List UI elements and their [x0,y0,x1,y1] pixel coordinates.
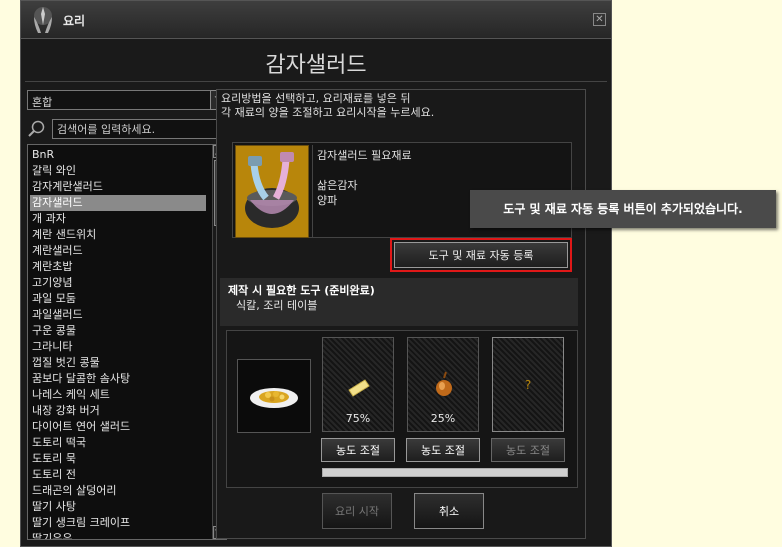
tools-title: 제작 시 필요한 도구 (준비완료) [228,284,375,297]
recipe-list-item[interactable]: 계란초밥 [30,259,206,275]
search-input[interactable] [52,119,227,139]
recipe-list-item[interactable]: 구운 콩물 [30,323,206,339]
cooking-progress-bar [322,468,568,477]
recipe-list-item[interactable]: 도토리 떡국 [30,435,206,451]
slot-percent: 25% [430,412,456,425]
recipe-list-item[interactable]: 계란 샌드위치 [30,227,206,243]
progress-fill [323,469,567,476]
ingredient-item: 양파 [317,194,338,207]
recipe-list: ≡ BnR갈릭 와인감자계란샐러드감자샐러드개 과자계란 샌드위치계란샐러드계란… [27,144,227,540]
recipe-list-item[interactable]: 껍질 벗긴 콩물 [30,355,206,371]
cancel-button[interactable]: 취소 [414,493,484,529]
recipe-list-item[interactable]: 감자샐러드 [30,195,206,211]
auto-register-button[interactable]: 도구 및 재료 자동 등록 [394,242,568,268]
instruction-line: 각 재료의 양을 조절하고 요리시작을 누르세요. [221,106,435,119]
tools-list: 식칼, 조리 테이블 [236,299,318,312]
recipe-list-item[interactable]: 나레스 케익 세트 [30,387,206,403]
category-dropdown-value: 혼합 [32,96,53,109]
adjust-button-3[interactable]: 농도 조절 [491,438,565,462]
result-dish-slot [237,359,311,433]
recipe-list-item[interactable]: 다이어트 연어 샐러드 [30,419,206,435]
tooltip: 도구 및 재료 자동 등록 버튼이 추가되었습니다. [470,190,776,228]
auto-register-highlight: 도구 및 재료 자동 등록 [390,238,572,272]
instructions: 요리방법을 선택하고, 요리재료를 넣은 뒤 각 재료의 양을 조절하고 요리시… [221,92,434,120]
dish-image [235,145,309,238]
potato-salad-icon [245,152,299,228]
category-dropdown[interactable]: 혼합 [27,90,234,110]
instruction-line: 요리방법을 선택하고, 요리재료를 넣은 뒤 [221,92,411,105]
recipe-list-item[interactable]: 과일 모둠 [30,291,206,307]
cooking-app-icon [34,7,52,33]
recipe-list-item[interactable]: 꿈보다 달콤한 솜사탕 [30,371,206,387]
recipe-list-item[interactable]: 도토리 묵 [30,451,206,467]
recipe-list-item[interactable]: 딸기 사탕 [30,499,206,515]
recipe-list-item[interactable]: 고기양념 [30,275,206,291]
title-bar[interactable]: 요리 ✕ [21,1,611,39]
divider [25,81,607,82]
recipe-list-item[interactable]: 개 과자 [30,211,206,227]
dish-title: 감자샐러드 [265,53,367,78]
recipe-list-item[interactable]: 계란샐러드 [30,243,206,259]
recipe-list-item[interactable]: 드래곤의 살덩어리 [30,483,206,499]
plated-salad-icon [250,388,298,408]
ingredient-title: 감자샐러드 필요재료 [317,149,412,162]
recipe-list-item[interactable]: 감자계란샐러드 [30,179,206,195]
slot-percent: 75% [345,412,371,425]
recipe-list-item[interactable]: 갈릭 와인 [30,163,206,179]
ingredient-item: 삶은감자 [317,179,358,192]
recipe-list-item[interactable]: 딸기우유 [30,531,206,539]
question-mark-icon: ? [524,378,532,392]
window-title: 요리 [63,14,86,28]
recipe-list-item[interactable]: 과일샐러드 [30,307,206,323]
recipe-list-item[interactable]: 딸기 생크림 크레이프 [30,515,206,531]
onion-icon [436,371,452,396]
adjust-button-2[interactable]: 농도 조절 [406,438,480,462]
recipe-list-item[interactable]: 그라니타 [30,339,206,355]
recipe-list-item[interactable]: 도토리 전 [30,467,206,483]
recipe-list-item[interactable]: BnR [30,147,206,163]
recipe-list-item[interactable]: 내장 강화 버거 [30,403,206,419]
start-cooking-button[interactable]: 요리 시작 [322,493,392,529]
close-button[interactable]: ✕ [593,13,606,26]
potato-icon [348,379,370,397]
search-icon[interactable] [27,119,47,139]
search-bar [27,119,227,139]
adjust-button-1[interactable]: 농도 조절 [321,438,395,462]
